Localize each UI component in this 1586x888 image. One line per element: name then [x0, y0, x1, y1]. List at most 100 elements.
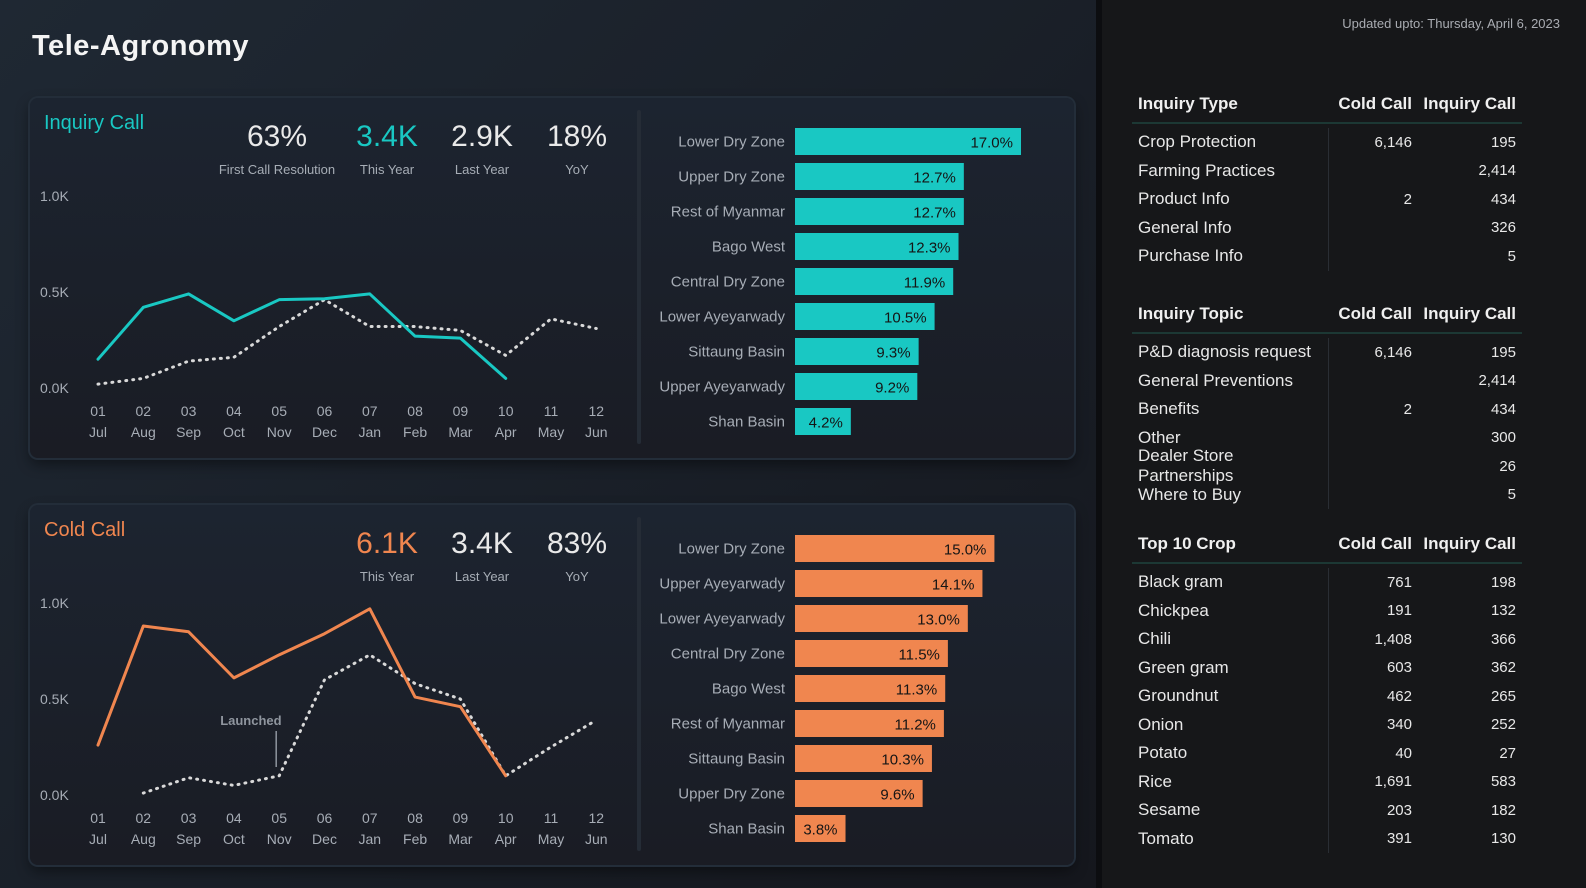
row-value: 326 — [1490, 219, 1516, 237]
x-tick-label: Aug — [131, 424, 156, 440]
x-tick-label: Oct — [223, 424, 245, 440]
x-tick-label: Oct — [223, 831, 245, 847]
bar-value-label: 13.0% — [917, 612, 960, 629]
y-tick-label: 0.0K — [40, 787, 69, 803]
x-tick-label: Sep — [176, 831, 201, 847]
bar-value-label: 12.7% — [913, 205, 956, 222]
bar-category-label: Bago West — [712, 239, 786, 256]
column-header[interactable]: Inquiry Type — [1132, 94, 1328, 114]
row-value: 130 — [1490, 830, 1516, 848]
inquiry-call-panel: Inquiry Call 63% First Call Resolution 3… — [30, 98, 1074, 458]
row-value: 761 — [1328, 568, 1412, 597]
x-tick-label: Aug — [131, 831, 156, 847]
x-tick-label: 12 — [589, 810, 605, 826]
row-label: P&D diagnosis request — [1138, 342, 1311, 362]
table-row: Chickpea 191 132 — [1132, 596, 1522, 625]
row-label: Onion — [1138, 714, 1184, 734]
this-year-series-line — [96, 607, 508, 778]
x-tick-label: 05 — [271, 403, 287, 419]
bar-value-label: 17.0% — [970, 135, 1013, 152]
table-row: Green gram 603 362 — [1132, 653, 1522, 682]
row-value — [1328, 366, 1412, 395]
row-label: Other — [1138, 427, 1181, 447]
x-tick-label: 01 — [90, 403, 106, 419]
y-tick-label: 0.5K — [40, 691, 69, 707]
table-row: Dealer Store Partnerships 26 — [1132, 446, 1522, 485]
row-value: 2 — [1328, 395, 1412, 424]
row-value: 434 — [1490, 190, 1516, 208]
row-label: Groundnut — [1138, 686, 1219, 706]
x-tick-label: Sep — [176, 424, 201, 440]
column-header[interactable]: Inquiry Topic — [1132, 304, 1328, 324]
row-value: 40 — [1328, 739, 1412, 768]
column-header[interactable]: Inquiry Call — [1412, 94, 1522, 114]
x-tick-label: 02 — [136, 403, 152, 419]
table-header: Inquiry Type Cold Call Inquiry Call — [1132, 86, 1522, 124]
column-header[interactable]: Cold Call — [1328, 526, 1412, 562]
y-tick-label: 1.0K — [40, 188, 69, 204]
row-value — [1328, 423, 1412, 452]
row-value: 6,146 — [1328, 128, 1412, 157]
table-row: Crop Protection 6,146 195 — [1132, 128, 1522, 157]
table-header: Inquiry Topic Cold Call Inquiry Call — [1132, 296, 1522, 334]
row-value: 1,408 — [1328, 625, 1412, 654]
row-value: 265 — [1490, 687, 1516, 705]
inquiry-type-table: Inquiry Type Cold Call Inquiry Call Crop Pr… — [1132, 86, 1522, 271]
bar-value-label: 10.3% — [881, 752, 924, 769]
column-header[interactable]: Cold Call — [1328, 86, 1412, 122]
table-row: P&D diagnosis request 6,146 195 — [1132, 338, 1522, 367]
row-value: 6,146 — [1328, 338, 1412, 367]
row-value: 391 — [1328, 824, 1412, 853]
row-value — [1328, 156, 1412, 185]
row-label: Where to Buy — [1138, 484, 1241, 504]
column-header[interactable]: Inquiry Call — [1412, 304, 1522, 324]
bar-value-label: 11.2% — [894, 717, 935, 734]
bar-category-label: Upper Ayeyarwady — [659, 379, 785, 396]
row-value: 5 — [1507, 486, 1516, 504]
bar-category-label: Upper Dry Zone — [678, 169, 785, 186]
table-row: Purchase Info 5 — [1132, 242, 1522, 271]
bar-value-label: 14.1% — [932, 577, 975, 594]
bar-category-label: Upper Dry Zone — [678, 786, 785, 803]
row-label: Chili — [1138, 629, 1172, 649]
x-tick-label: 08 — [407, 403, 423, 419]
row-value: 583 — [1490, 773, 1516, 791]
inquiry-line-chart: 0.0K 0.5K 1.0K 01 Jul 02 Aug 03 Sep 04 Oct 05 Nov 06 D… — [40, 188, 608, 440]
top-crop-table: Top 10 Crop Cold Call Inquiry Call Black gr… — [1132, 526, 1522, 853]
row-value: 132 — [1490, 602, 1516, 620]
row-value: 462 — [1328, 682, 1412, 711]
table-row: Tomato 391 130 — [1132, 824, 1522, 853]
row-value: 366 — [1490, 630, 1516, 648]
y-tick-label: 0.5K — [40, 284, 69, 300]
bar-category-label: Rest of Myanmar — [671, 716, 785, 733]
row-label: Sesame — [1138, 800, 1201, 820]
x-tick-label: Jul — [89, 831, 107, 847]
x-tick-label: Nov — [267, 831, 292, 847]
table-row: Where to Buy 5 — [1132, 480, 1522, 509]
column-header[interactable]: Inquiry Call — [1412, 534, 1522, 554]
table-row: General Preventions 2,414 — [1132, 366, 1522, 395]
row-label: Dealer Store Partnerships — [1138, 446, 1234, 486]
row-label: Benefits — [1138, 399, 1200, 419]
column-header[interactable]: Top 10 Crop — [1132, 534, 1328, 554]
x-tick-label: Dec — [312, 424, 337, 440]
bar-value-label: 12.3% — [908, 240, 951, 257]
bar-value-label: 11.3% — [896, 682, 937, 699]
bar-category-label: Upper Ayeyarwady — [659, 576, 785, 593]
bar-value-label: 11.5% — [898, 647, 939, 664]
cold-line-chart: 0.0K 0.5K 1.0K 01 Jul 02 Aug 03 Sep 04 Oct 05 Nov 06 D… — [40, 595, 608, 847]
column-header[interactable]: Cold Call — [1328, 296, 1412, 332]
x-tick-label: Mar — [448, 831, 472, 847]
x-tick-label: 09 — [453, 810, 469, 826]
table-header: Top 10 Crop Cold Call Inquiry Call — [1132, 526, 1522, 564]
bar-category-label: Shan Basin — [708, 414, 785, 431]
x-tick-label: Nov — [267, 424, 292, 440]
row-label: Chickpea — [1138, 600, 1209, 620]
bar-value-label: 10.5% — [884, 310, 927, 327]
bar-category-label: Sittaung Basin — [688, 751, 785, 768]
table-row: Black gram 761 198 — [1132, 568, 1522, 597]
x-tick-label: 06 — [317, 403, 333, 419]
row-value: 340 — [1328, 710, 1412, 739]
bar-category-label: Shan Basin — [708, 821, 785, 838]
table-row: Farming Practices 2,414 — [1132, 156, 1522, 185]
